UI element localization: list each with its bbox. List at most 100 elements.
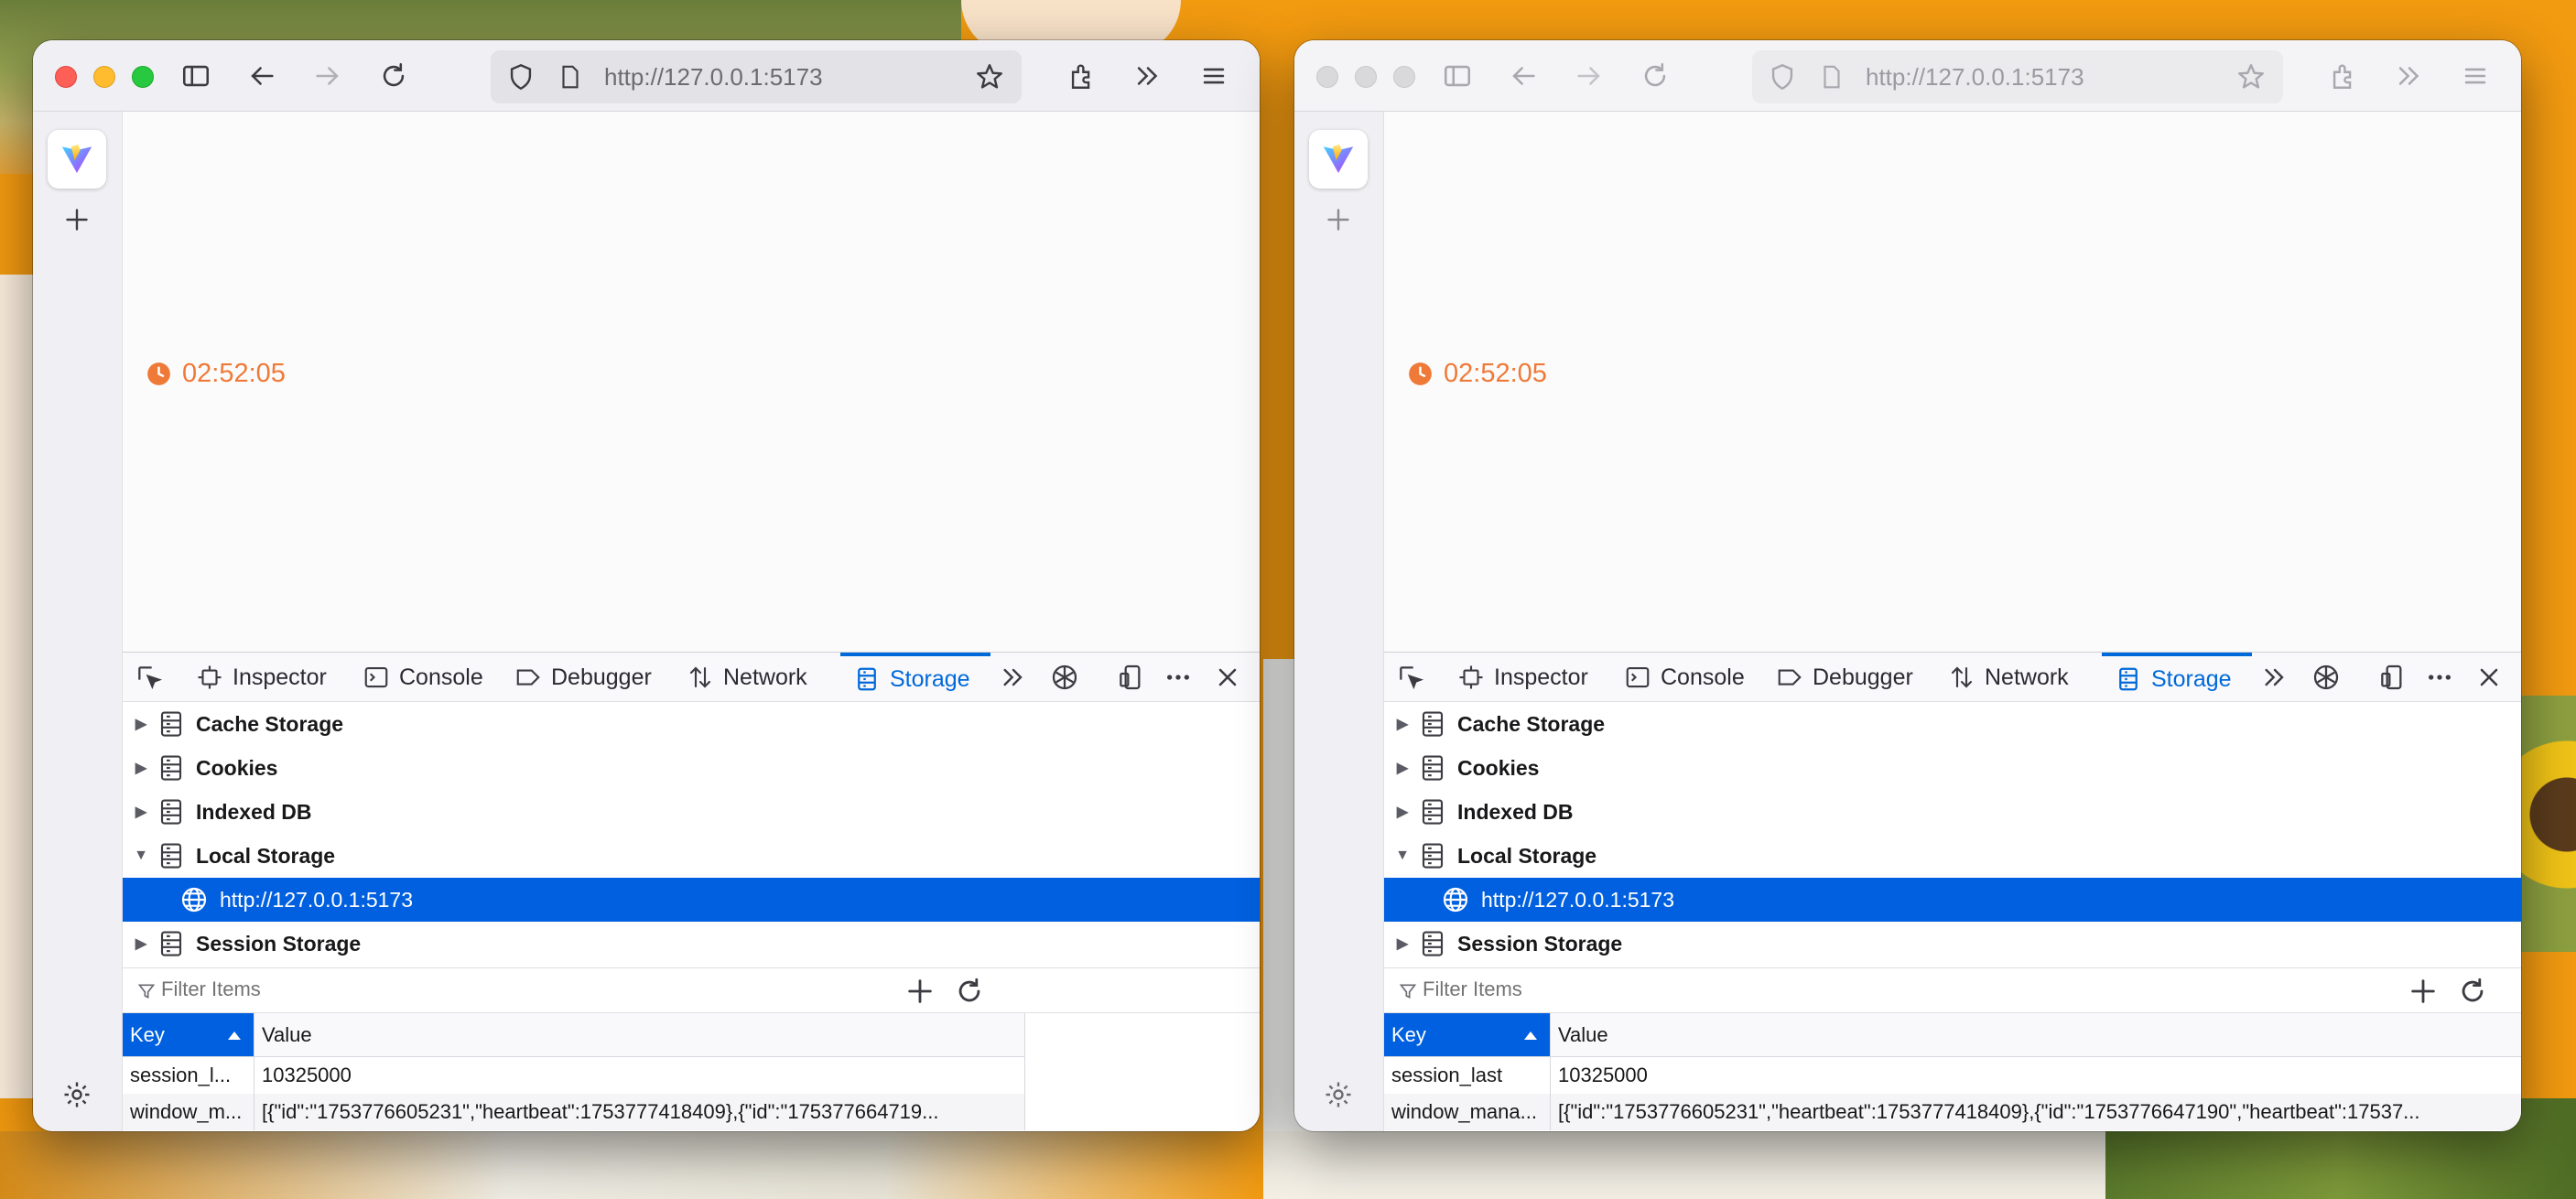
filter-items-input[interactable] bbox=[1423, 978, 1880, 1001]
meatball-menu-icon[interactable] bbox=[1161, 660, 1196, 695]
menu-icon[interactable] bbox=[2455, 56, 2495, 96]
forward-icon[interactable] bbox=[308, 56, 348, 96]
column-header-value[interactable]: Value bbox=[1551, 1013, 2521, 1057]
element-picker-icon[interactable] bbox=[132, 660, 167, 695]
filter-icon bbox=[137, 984, 156, 999]
table-row[interactable]: session_l... 10325000 bbox=[123, 1057, 1025, 1094]
tab-console[interactable]: Console bbox=[1624, 653, 1745, 702]
tree-item-cache-storage[interactable]: ▶ Cache Storage bbox=[1384, 702, 2521, 746]
gear-icon[interactable] bbox=[60, 1078, 93, 1111]
back-icon[interactable] bbox=[242, 56, 282, 96]
cell-key: window_mana... bbox=[1384, 1094, 1551, 1130]
table-row[interactable]: session_last 10325000 bbox=[1384, 1057, 2521, 1094]
zoom-window-button[interactable] bbox=[132, 66, 154, 88]
more-tools-icon[interactable] bbox=[996, 660, 1031, 695]
tree-item-local-storage[interactable]: ▼ Local Storage bbox=[1384, 834, 2521, 878]
close-icon[interactable] bbox=[2472, 660, 2506, 695]
expand-arrow-icon[interactable]: ▶ bbox=[1384, 803, 1421, 821]
collapse-arrow-icon[interactable]: ▼ bbox=[123, 848, 159, 864]
browser-window-right[interactable]: http://127.0.0.1:5173 02:52:05 Inspector… bbox=[1294, 40, 2521, 1131]
add-icon[interactable] bbox=[60, 203, 93, 236]
expand-arrow-icon[interactable]: ▶ bbox=[1384, 934, 1421, 953]
expand-arrow-icon[interactable]: ▶ bbox=[123, 934, 159, 953]
add-item-icon[interactable] bbox=[2408, 976, 2439, 1007]
overflow-chevrons-icon[interactable] bbox=[1128, 56, 1168, 96]
tab-inspector[interactable]: Inspector bbox=[196, 653, 327, 702]
tab-storage[interactable]: Storage bbox=[840, 653, 990, 702]
reload-icon[interactable] bbox=[373, 56, 414, 96]
more-tools-icon[interactable] bbox=[2257, 660, 2292, 695]
table-header: Key Value bbox=[123, 1013, 1025, 1057]
table-row[interactable]: window_m... [{"id":"1753776605231","hear… bbox=[123, 1094, 1025, 1130]
column-header-key[interactable]: Key bbox=[123, 1013, 254, 1057]
tree-item-cookies[interactable]: ▶ Cookies bbox=[123, 746, 1260, 790]
tree-item-session-storage[interactable]: ▶ Session Storage bbox=[123, 922, 1260, 966]
filter-items-input[interactable] bbox=[161, 978, 619, 1001]
responsive-design-icon[interactable] bbox=[1113, 660, 1148, 695]
url-bar[interactable]: http://127.0.0.1:5173 bbox=[1752, 50, 2283, 103]
add-item-icon[interactable] bbox=[904, 976, 936, 1007]
table-row[interactable]: window_mana... [{"id":"1753776605231","h… bbox=[1384, 1094, 2521, 1130]
browser-window-left[interactable]: http://127.0.0.1:5173 02:52:05 Inspector… bbox=[33, 40, 1260, 1131]
tab-storage[interactable]: Storage bbox=[2102, 653, 2252, 702]
sidebar-toggle-icon[interactable] bbox=[1437, 56, 1477, 96]
vite-logo-icon[interactable] bbox=[1309, 130, 1368, 189]
star-icon[interactable] bbox=[2235, 61, 2267, 92]
accessibility-icon[interactable] bbox=[1047, 660, 1082, 695]
element-picker-icon[interactable] bbox=[1393, 660, 1428, 695]
reload-icon[interactable] bbox=[1635, 56, 1675, 96]
star-icon[interactable] bbox=[974, 61, 1005, 92]
back-icon[interactable] bbox=[1503, 56, 1543, 96]
extensions-icon[interactable] bbox=[2323, 56, 2364, 96]
tree-item-cache-storage[interactable]: ▶ Cache Storage bbox=[123, 702, 1260, 746]
column-header-value[interactable]: Value bbox=[254, 1013, 1025, 1057]
expand-arrow-icon[interactable]: ▶ bbox=[123, 759, 159, 777]
sidebar-toggle-icon[interactable] bbox=[176, 56, 216, 96]
url-bar[interactable]: http://127.0.0.1:5173 bbox=[491, 50, 1022, 103]
tab-network[interactable]: Network bbox=[1948, 653, 2069, 702]
add-icon[interactable] bbox=[1322, 203, 1355, 236]
expand-arrow-icon[interactable]: ▶ bbox=[123, 803, 159, 821]
vite-logo-icon[interactable] bbox=[48, 130, 106, 189]
column-header-key[interactable]: Key bbox=[1384, 1013, 1551, 1057]
url-text[interactable]: http://127.0.0.1:5173 bbox=[1866, 63, 2084, 92]
collapse-arrow-icon[interactable]: ▼ bbox=[1384, 848, 1421, 864]
wallpaper-cartoon-white bbox=[1263, 1131, 2133, 1199]
expand-arrow-icon[interactable]: ▶ bbox=[1384, 715, 1421, 733]
tree-item-local-storage-origin[interactable]: http://127.0.0.1:5173 bbox=[123, 878, 1260, 922]
url-text[interactable]: http://127.0.0.1:5173 bbox=[604, 63, 823, 92]
tree-item-cookies[interactable]: ▶ Cookies bbox=[1384, 746, 2521, 790]
tab-console[interactable]: Console bbox=[363, 653, 483, 702]
menu-icon[interactable] bbox=[1194, 56, 1234, 96]
shield-icon[interactable] bbox=[505, 61, 536, 92]
tab-network[interactable]: Network bbox=[687, 653, 807, 702]
tree-item-indexed-db[interactable]: ▶ Indexed DB bbox=[123, 790, 1260, 834]
tree-item-local-storage[interactable]: ▼ Local Storage bbox=[123, 834, 1260, 878]
extensions-icon[interactable] bbox=[1062, 56, 1102, 96]
accessibility-icon[interactable] bbox=[2309, 660, 2343, 695]
zoom-window-button[interactable] bbox=[1393, 66, 1415, 88]
refresh-icon[interactable] bbox=[2457, 976, 2488, 1007]
titlebar: http://127.0.0.1:5173 bbox=[1294, 40, 2521, 112]
close-window-button[interactable] bbox=[1316, 66, 1338, 88]
minimize-window-button[interactable] bbox=[1355, 66, 1377, 88]
tree-item-indexed-db[interactable]: ▶ Indexed DB bbox=[1384, 790, 2521, 834]
tab-debugger[interactable]: Debugger bbox=[514, 653, 652, 702]
overflow-chevrons-icon[interactable] bbox=[2389, 56, 2430, 96]
responsive-design-icon[interactable] bbox=[2375, 660, 2409, 695]
close-icon[interactable] bbox=[1210, 660, 1245, 695]
tab-inspector[interactable]: Inspector bbox=[1457, 653, 1588, 702]
expand-arrow-icon[interactable]: ▶ bbox=[123, 715, 159, 733]
refresh-icon[interactable] bbox=[954, 976, 985, 1007]
gear-icon[interactable] bbox=[1322, 1078, 1355, 1111]
forward-icon[interactable] bbox=[1569, 56, 1609, 96]
minimize-window-button[interactable] bbox=[93, 66, 115, 88]
tree-item-session-storage[interactable]: ▶ Session Storage bbox=[1384, 922, 2521, 966]
close-window-button[interactable] bbox=[55, 66, 77, 88]
tree-item-local-storage-origin[interactable]: http://127.0.0.1:5173 bbox=[1384, 878, 2521, 922]
clock-display: 02:52:05 bbox=[146, 359, 286, 389]
tab-debugger[interactable]: Debugger bbox=[1776, 653, 1913, 702]
expand-arrow-icon[interactable]: ▶ bbox=[1384, 759, 1421, 777]
meatball-menu-icon[interactable] bbox=[2422, 660, 2457, 695]
shield-icon[interactable] bbox=[1767, 61, 1798, 92]
